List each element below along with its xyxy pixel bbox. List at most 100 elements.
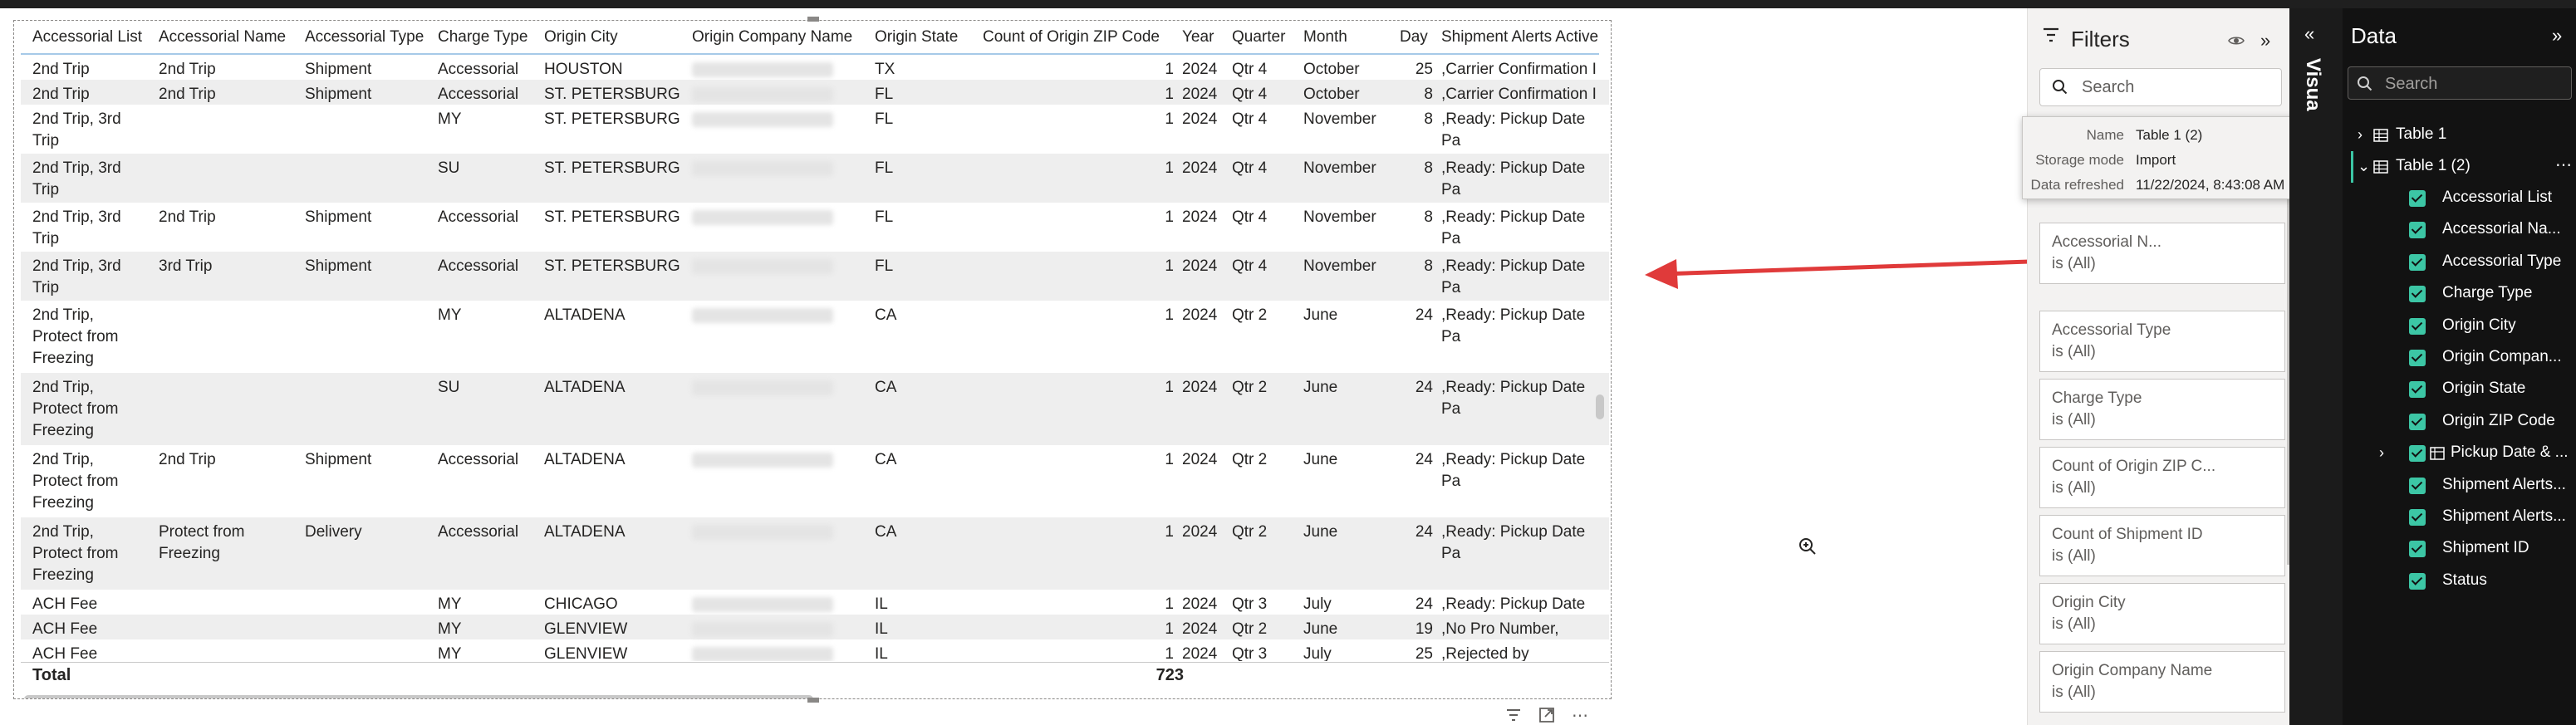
chevron-right-icon[interactable]: › bbox=[2358, 126, 2363, 144]
data-field-item[interactable]: Shipment Alerts... bbox=[2343, 470, 2576, 502]
table-visual[interactable]: Accessorial List Accessorial Name Access… bbox=[13, 20, 1612, 699]
data-search-input[interactable]: Search bbox=[2348, 66, 2572, 100]
cell-month: June bbox=[1303, 306, 1338, 324]
table-icon bbox=[2373, 129, 2388, 142]
table-row[interactable]: 2nd Trip, Protect from Freezing 2nd Trip S… bbox=[21, 445, 1609, 517]
column-header-quarter[interactable]: Quarter bbox=[1232, 21, 1285, 54]
column-header-accessorial-name[interactable]: Accessorial Name bbox=[159, 21, 286, 54]
field-checkbox[interactable] bbox=[2409, 317, 2426, 335]
filter-card[interactable]: Accessorial N... is (All) bbox=[2039, 223, 2285, 284]
filter-card[interactable]: Origin Company Name is (All) bbox=[2039, 651, 2285, 713]
table-row[interactable]: 2nd Trip 2nd Trip Shipment Accessorial ST. P… bbox=[21, 80, 1609, 105]
column-header-count-origin-zip[interactable]: Count of Origin ZIP Code bbox=[983, 21, 1160, 54]
field-checkbox[interactable] bbox=[2409, 350, 2426, 366]
table-row[interactable]: 2nd Trip, 3rd Trip MY ST. PETERSBURG FL 1 202… bbox=[21, 105, 1609, 154]
field-checkbox[interactable] bbox=[2409, 572, 2426, 590]
column-header-origin-city[interactable]: Origin City bbox=[544, 21, 618, 54]
filter-card[interactable]: Count of Origin ZIP C... is (All) bbox=[2039, 447, 2285, 508]
column-header-charge-type[interactable]: Charge Type bbox=[438, 21, 527, 54]
filter-icon[interactable] bbox=[1504, 706, 1524, 725]
data-field-item[interactable]: › Pickup Date & ... bbox=[2343, 438, 2576, 469]
table-row[interactable]: ACH Fee MY GLENVIEW IL 1 2024 Qtr 2 June 19 ,No P… bbox=[21, 615, 1609, 639]
filter-card[interactable]: Accessorial Type is (All) bbox=[2039, 311, 2285, 372]
filters-search-input[interactable]: Search bbox=[2039, 68, 2282, 106]
cell-origin-city: ALTADENA bbox=[544, 523, 626, 541]
cell-origin-city: HOUSTON bbox=[544, 61, 623, 78]
field-checkbox[interactable] bbox=[2409, 222, 2426, 239]
expand-visualizations-icon[interactable]: « bbox=[2304, 23, 2314, 45]
data-field-item[interactable]: Origin ZIP Code bbox=[2343, 406, 2576, 438]
field-checkbox[interactable] bbox=[2409, 541, 2426, 558]
data-field-item[interactable]: Origin State bbox=[2343, 374, 2576, 405]
field-checkbox[interactable] bbox=[2409, 509, 2426, 526]
column-header-origin-company[interactable]: Origin Company Name bbox=[692, 21, 852, 54]
chevron-right-icon[interactable]: › bbox=[2379, 444, 2384, 462]
table-row[interactable]: ACH Fee MY GLENVIEW IL 1 2024 Qtr 3 July 25 ,Reje… bbox=[21, 639, 1609, 661]
data-table-item-expanded[interactable]: ⌄ Table 1 (2) ⋯ bbox=[2343, 151, 2576, 183]
collapse-data-icon[interactable]: » bbox=[2552, 25, 2562, 47]
table-row[interactable]: 2nd Trip, Protect from Freezing MY ALTADEN… bbox=[21, 301, 1609, 373]
table-row[interactable]: 2nd Trip, Protect from Freezing Protect f… bbox=[21, 517, 1609, 590]
data-field-item[interactable]: Origin City bbox=[2343, 311, 2576, 342]
cell-origin-company-redacted bbox=[692, 380, 833, 395]
cell-origin-state: FL bbox=[875, 110, 894, 128]
data-field-item[interactable]: Accessorial List bbox=[2343, 183, 2576, 214]
cell-day: 8 bbox=[1424, 257, 1433, 275]
table-row[interactable]: ACH Fee MY CHICAGO IL 1 2024 Qtr 3 July 24 ,Ready… bbox=[21, 590, 1609, 634]
table-row[interactable]: 2nd Trip, 3rd Trip SU ST. PETERSBURG FL 1 202… bbox=[21, 154, 1609, 203]
filter-card[interactable]: Origin City is (All) bbox=[2039, 583, 2285, 644]
field-checkbox[interactable] bbox=[2409, 286, 2426, 303]
eye-icon[interactable] bbox=[2227, 32, 2245, 50]
column-header-origin-state[interactable]: Origin State bbox=[875, 21, 958, 54]
data-field-item[interactable]: Shipment Alerts... bbox=[2343, 502, 2576, 533]
column-header-month[interactable]: Month bbox=[1303, 21, 1347, 54]
column-header-day[interactable]: Day bbox=[1400, 21, 1428, 54]
visualizations-label[interactable]: Visua bbox=[2301, 58, 2324, 111]
more-options-icon[interactable]: ⋯ bbox=[2555, 154, 2572, 175]
more-options-icon[interactable]: ⋯ bbox=[1570, 706, 1590, 725]
table-row[interactable]: 2nd Trip, 3rd Trip 3rd Trip Shipment Access… bbox=[21, 252, 1609, 301]
data-field-item[interactable]: Accessorial Type bbox=[2343, 247, 2576, 278]
cell-shipment-alerts: ,Carrier Confirmation I bbox=[1441, 86, 1597, 103]
field-checkbox[interactable] bbox=[2409, 445, 2426, 463]
field-checkbox[interactable] bbox=[2409, 413, 2426, 430]
column-header-accessorial-type[interactable]: Accessorial Type bbox=[305, 21, 424, 54]
chevron-down-icon[interactable]: ⌄ bbox=[2358, 158, 2370, 175]
column-header-accessorial-list[interactable]: Accessorial List bbox=[32, 21, 142, 54]
cell-count-origin-zip: 1 bbox=[1165, 451, 1174, 468]
data-field-item[interactable]: Status bbox=[2343, 566, 2576, 597]
cell-accessorial-list: 2nd Trip, 3rd Trip bbox=[32, 208, 121, 247]
column-header-shipment-alerts[interactable]: Shipment Alerts Active bbox=[1441, 21, 1598, 54]
cell-month: July bbox=[1303, 645, 1332, 661]
filter-card[interactable]: Count of Shipment ID is (All) bbox=[2039, 515, 2285, 576]
data-field-label: Origin City bbox=[2442, 316, 2516, 334]
visualizations-pane-collapsed[interactable]: « Visua bbox=[2289, 8, 2343, 725]
cell-quarter: Qtr 4 bbox=[1232, 86, 1268, 103]
collapse-filters-icon[interactable]: » bbox=[2260, 30, 2270, 51]
field-checkbox[interactable] bbox=[2409, 253, 2426, 271]
data-field-item[interactable]: Accessorial Na... bbox=[2343, 214, 2576, 246]
resize-handle-top[interactable] bbox=[807, 17, 819, 22]
cell-shipment-alerts: ,Ready: Pickup Date Pa bbox=[1441, 208, 1586, 247]
data-field-item[interactable]: Origin Compan... bbox=[2343, 342, 2576, 374]
column-header-year[interactable]: Year bbox=[1182, 21, 1214, 54]
data-field-item[interactable]: Shipment ID bbox=[2343, 533, 2576, 565]
cell-charge-type: MY bbox=[438, 620, 462, 638]
field-checkbox[interactable] bbox=[2409, 190, 2426, 207]
resize-handle-bottom[interactable] bbox=[807, 698, 819, 703]
data-table-item[interactable]: › Table 1 bbox=[2343, 120, 2576, 151]
field-checkbox[interactable] bbox=[2409, 381, 2426, 399]
cell-origin-city: CHICAGO bbox=[544, 595, 618, 613]
vertical-scrollbar[interactable] bbox=[1596, 394, 1604, 419]
cell-year: 2024 bbox=[1182, 159, 1218, 177]
filter-card[interactable]: Charge Type is (All) bbox=[2039, 379, 2285, 440]
cell-accessorial-list: 2nd Trip, 3rd Trip bbox=[32, 159, 121, 198]
cell-year: 2024 bbox=[1182, 451, 1218, 468]
table-row[interactable]: 2nd Trip, Protect from Freezing SU ALTADEN… bbox=[21, 373, 1609, 445]
field-checkbox[interactable] bbox=[2409, 477, 2426, 494]
table-row[interactable]: 2nd Trip, 3rd Trip 2nd Trip Shipment Access… bbox=[21, 203, 1609, 252]
horizontal-scrollbar[interactable] bbox=[24, 695, 813, 698]
focus-mode-icon[interactable] bbox=[1537, 706, 1557, 725]
data-field-item[interactable]: Charge Type bbox=[2343, 278, 2576, 310]
table-row[interactable]: 2nd Trip 2nd Trip Shipment Accessorial HOUST… bbox=[21, 55, 1609, 80]
